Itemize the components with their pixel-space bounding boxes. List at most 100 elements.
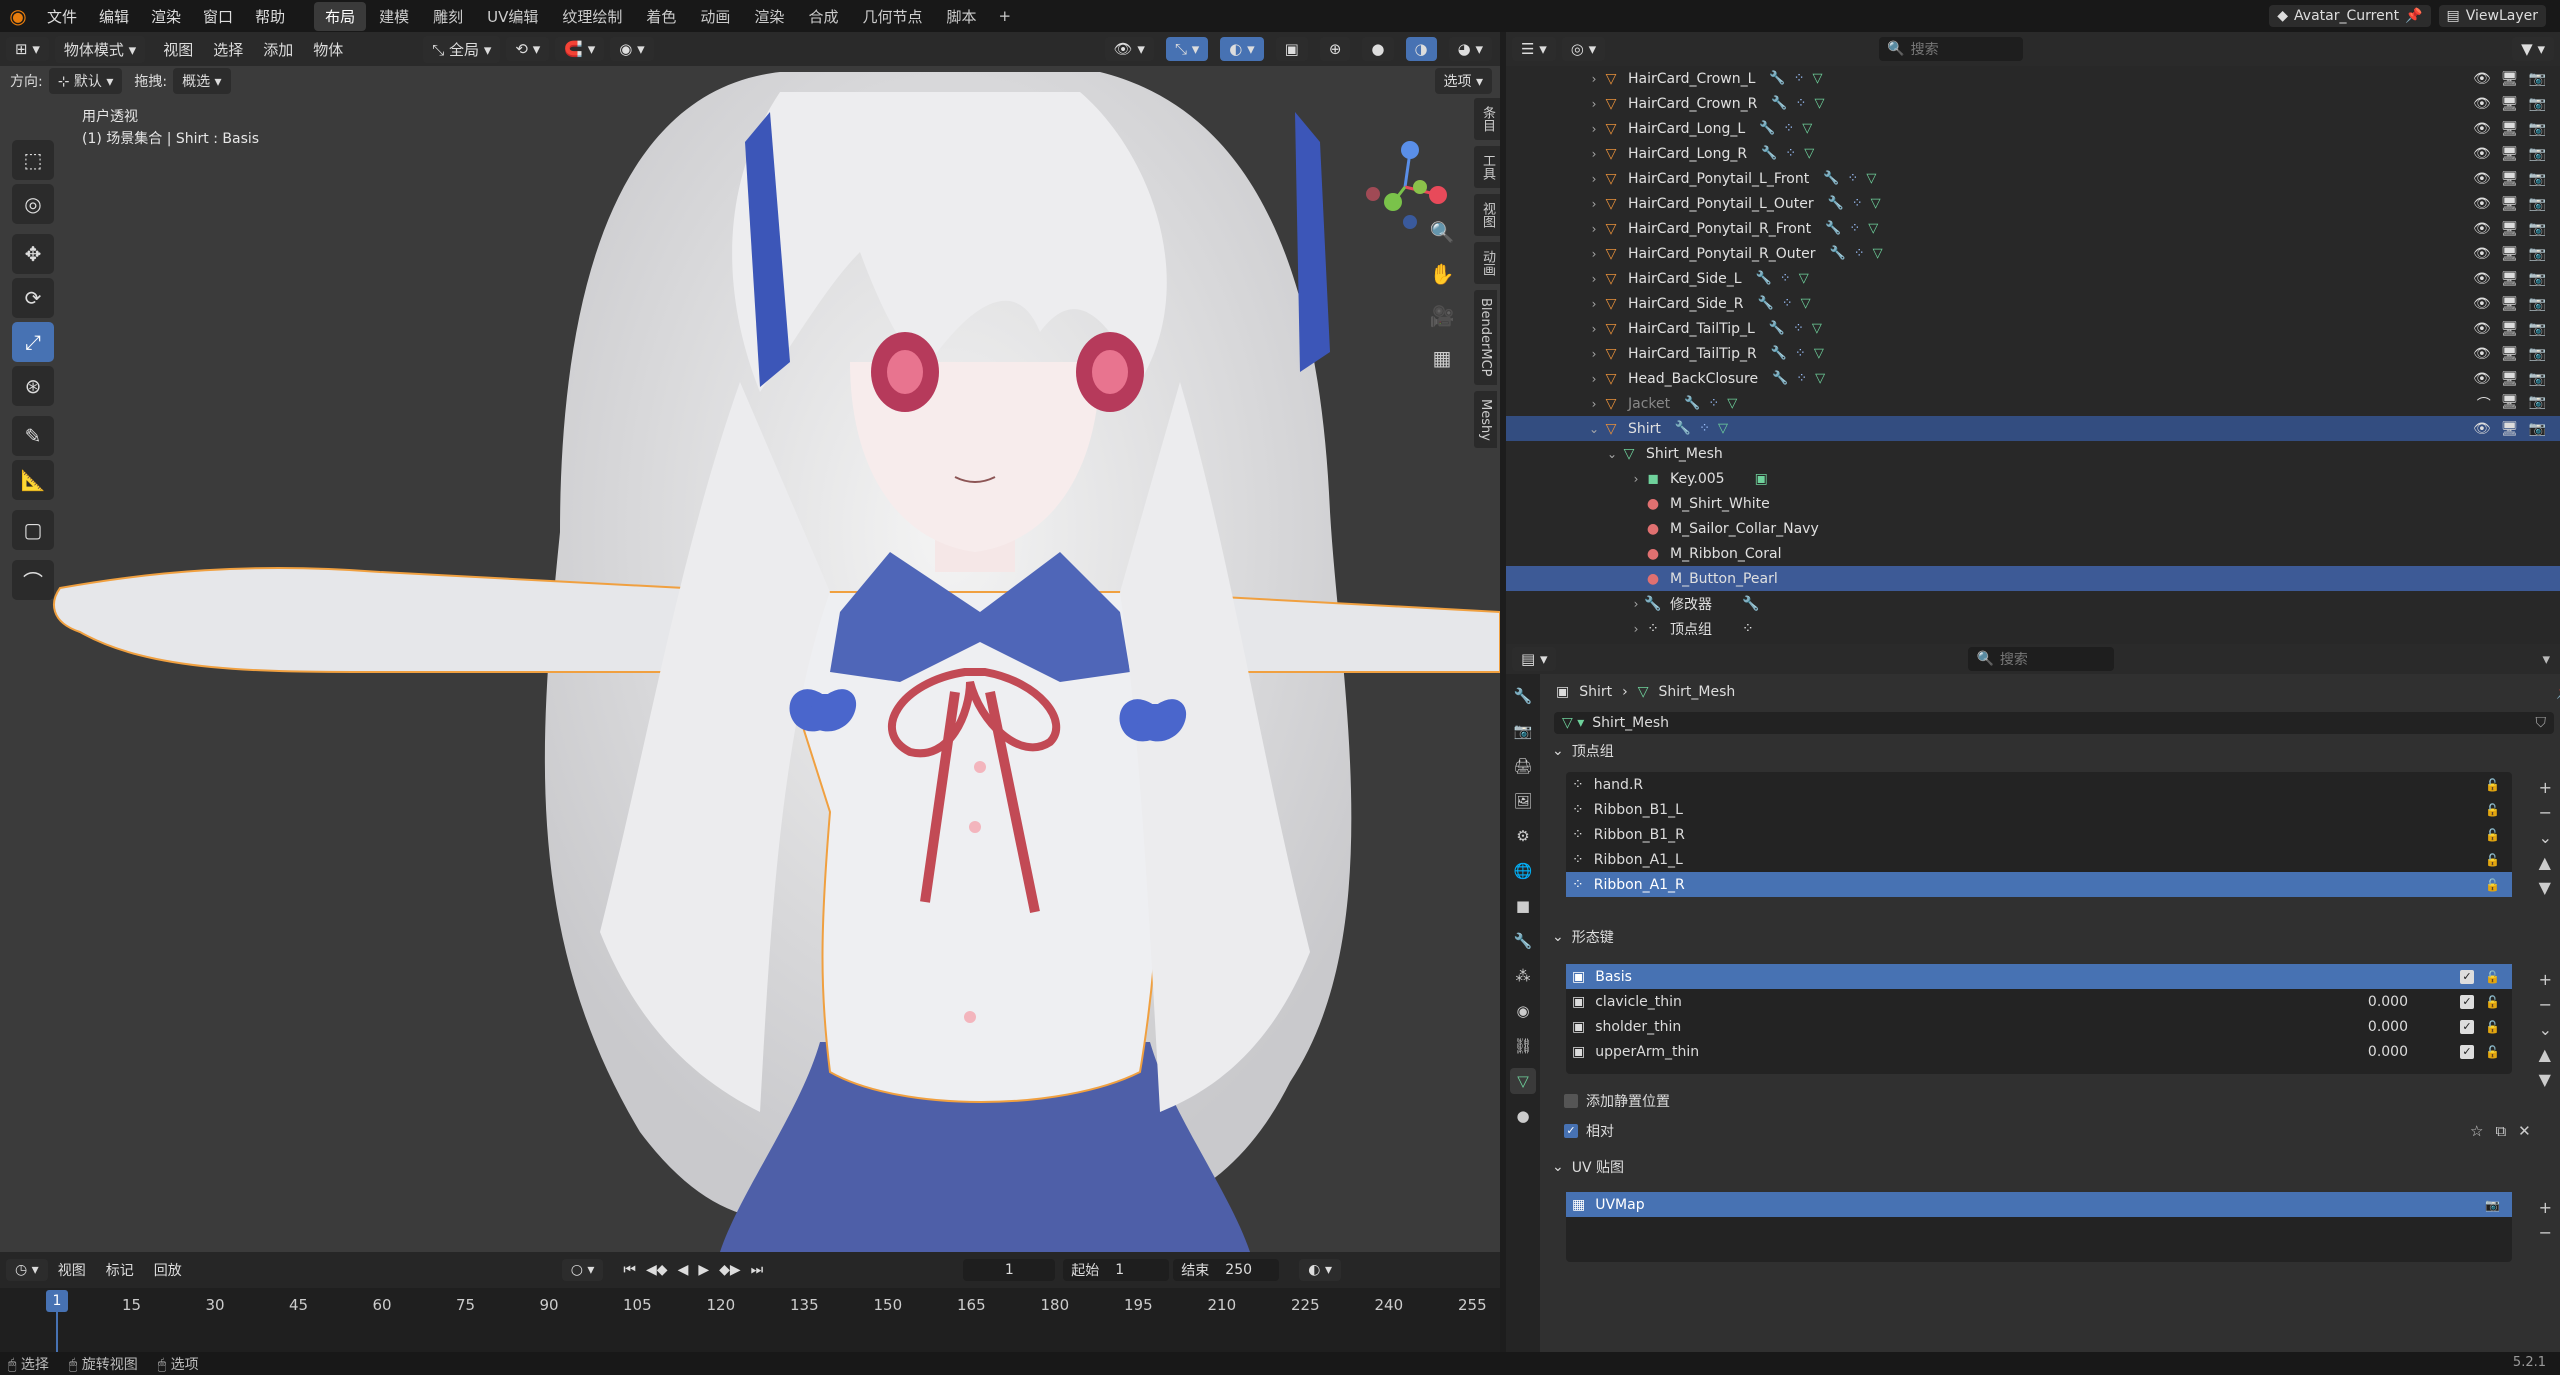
scale-tool-icon[interactable]: ⤢ bbox=[12, 322, 54, 362]
new-from-mix-icon[interactable]: ⧉ bbox=[2495, 1122, 2506, 1140]
pan-hand-icon[interactable]: ✋ bbox=[1424, 256, 1460, 292]
world-tab-icon[interactable]: 🌐 bbox=[1510, 858, 1536, 884]
shape-key-row[interactable]: ▣ clavicle_thin 0.000 ✓ 🔓 bbox=[1566, 989, 2512, 1014]
vertex-groups-panel-header[interactable]: ⌄ 顶点组 bbox=[1552, 738, 1614, 764]
transform-orientation-selector[interactable]: ⤡ 全局 ▾ bbox=[423, 35, 501, 63]
menu-item[interactable]: 窗口 bbox=[192, 6, 244, 27]
active-render-camera-icon[interactable]: 📷 bbox=[2485, 1198, 2500, 1212]
mesh-data-icon[interactable]: ▽ bbox=[1802, 121, 1812, 136]
camera-icon[interactable]: 📷 bbox=[2529, 196, 2546, 212]
outliner-row[interactable]: › ▽ HairCard_Side_R 🔧 ⁘ ▽ 👁 🖥 📷 bbox=[1506, 291, 2560, 316]
eye-icon[interactable]: 👁 bbox=[2473, 246, 2491, 262]
eye-icon[interactable]: 👁 bbox=[2473, 321, 2491, 337]
monitor-icon[interactable]: 🖥 bbox=[2501, 221, 2519, 237]
shading-material-icon[interactable]: ◑ bbox=[1405, 37, 1437, 61]
eye-icon[interactable]: 👁 bbox=[2473, 371, 2491, 387]
viewport-menu-item[interactable]: 选择 bbox=[203, 39, 253, 60]
add-vertex-group-icon[interactable]: + bbox=[2539, 778, 2552, 797]
options-dropdown[interactable]: 选项 ▾ bbox=[1434, 68, 1492, 94]
mesh-data-icon[interactable]: ▽ bbox=[1871, 196, 1881, 211]
pivot-selector[interactable]: ⟲ ▾ bbox=[506, 37, 550, 61]
modifier-tab-icon[interactable]: 🔧 bbox=[1510, 928, 1536, 954]
mute-checkbox[interactable]: ✓ bbox=[2460, 1019, 2474, 1034]
vertex-group-row[interactable]: ⁘ hand.R 🔓 bbox=[1566, 772, 2512, 797]
play-icon[interactable]: ▶ bbox=[698, 1262, 709, 1278]
expand-chevron-icon[interactable]: › bbox=[1586, 272, 1602, 286]
eye-icon[interactable]: 👁 bbox=[2473, 171, 2491, 187]
output-tab-icon[interactable]: 🖨 bbox=[1510, 753, 1536, 779]
lock-icon[interactable]: 🔓 bbox=[2485, 995, 2500, 1009]
monitor-icon[interactable]: 🖥 bbox=[2501, 346, 2519, 362]
tab-workspace[interactable]: 动画 bbox=[689, 2, 741, 31]
star-icon[interactable]: ☆ bbox=[2470, 1122, 2483, 1140]
expand-chevron-icon[interactable]: › bbox=[1586, 372, 1602, 386]
jump-start-icon[interactable]: ⏮ bbox=[623, 1262, 636, 1278]
view-layer-selector[interactable]: ▤ ViewLayer bbox=[2438, 5, 2546, 27]
eye-icon[interactable]: 👁 bbox=[2473, 421, 2491, 437]
display-mode-selector[interactable]: ◎ ▾ bbox=[1561, 37, 1606, 61]
shading-wireframe-icon[interactable]: ⊕ bbox=[1319, 37, 1351, 61]
sidebar-tab[interactable]: 条目 bbox=[1474, 98, 1500, 140]
next-keyframe-icon[interactable]: ◆▶ bbox=[719, 1262, 741, 1278]
zoom-icon[interactable]: 🔍 bbox=[1424, 214, 1460, 250]
modifier-wrench-icon[interactable]: 🔧 bbox=[1771, 346, 1787, 361]
remove-uv-map-icon[interactable]: − bbox=[2539, 1223, 2552, 1242]
physics-tab-icon[interactable]: ◉ bbox=[1510, 998, 1536, 1024]
mute-checkbox[interactable]: ✓ bbox=[2460, 1044, 2474, 1059]
eye-icon[interactable]: 👁 bbox=[2473, 96, 2491, 112]
expand-chevron-icon[interactable]: › bbox=[1628, 622, 1644, 636]
lock-icon[interactable]: 🔓 bbox=[2485, 1020, 2500, 1034]
shape-key-value[interactable]: 0.000 bbox=[2368, 1019, 2408, 1035]
lock-icon[interactable]: 🔓 bbox=[2485, 970, 2500, 984]
viewport-menu-item[interactable]: 添加 bbox=[253, 39, 303, 60]
outliner-row[interactable]: ● M_Sailor_Collar_Navy bbox=[1506, 516, 2560, 541]
mute-checkbox[interactable]: ✓ bbox=[2460, 969, 2474, 984]
add-rest-position-row[interactable]: 添加静置位置 bbox=[1564, 1088, 1670, 1114]
tab-workspace[interactable]: 合成 bbox=[797, 2, 849, 31]
timeline-editor-type-button[interactable]: ◷ ▾ bbox=[6, 1259, 48, 1281]
shading-rendered-icon[interactable]: ◕ ▾ bbox=[1448, 37, 1492, 61]
monitor-icon[interactable]: 🖥 bbox=[2501, 121, 2519, 137]
expand-chevron-icon[interactable]: › bbox=[1586, 172, 1602, 186]
outliner-row[interactable]: › ▽ HairCard_Side_L 🔧 ⁘ ▽ 👁 🖥 📷 bbox=[1506, 266, 2560, 291]
properties-options-icon[interactable]: ▾ bbox=[2542, 650, 2550, 668]
eye-icon[interactable]: 👁 bbox=[2473, 146, 2491, 162]
current-frame-field[interactable]: 1 bbox=[963, 1259, 1056, 1281]
mesh-data-icon[interactable]: ▽ bbox=[1718, 421, 1728, 436]
modifier-wrench-icon[interactable]: 🔧 bbox=[1756, 271, 1772, 286]
monitor-icon[interactable]: 🖥 bbox=[2501, 371, 2519, 387]
camera-icon[interactable]: 📷 bbox=[2529, 146, 2546, 162]
outliner-row[interactable]: › 🔧 修改器 🔧 bbox=[1506, 591, 2560, 616]
monitor-icon[interactable]: 🖥 bbox=[2501, 146, 2519, 162]
relative-checkbox[interactable]: ✓ bbox=[1564, 1124, 1578, 1138]
monitor-icon[interactable]: 🖥 bbox=[2501, 321, 2519, 337]
camera-icon[interactable]: 📷 bbox=[2529, 346, 2546, 362]
modifier-wrench-icon[interactable]: 🔧 bbox=[1675, 421, 1691, 436]
constraints-tab-icon[interactable]: ⛓ bbox=[1510, 1033, 1536, 1059]
eye-icon[interactable]: 👁 bbox=[2473, 196, 2491, 212]
modifier-wrench-icon[interactable]: 🔧 bbox=[1823, 171, 1839, 186]
menu-item[interactable]: 编辑 bbox=[88, 6, 140, 27]
vertex-groups-icon[interactable]: ⁘ bbox=[1783, 121, 1794, 136]
shape-key-specials-icon[interactable]: ⌄ bbox=[2539, 1020, 2552, 1039]
expand-chevron-icon[interactable]: › bbox=[1586, 97, 1602, 111]
modifier-wrench-icon[interactable]: 🔧 bbox=[1759, 121, 1775, 136]
vertex-group-row[interactable]: ⁘ Ribbon_B1_R 🔓 bbox=[1566, 822, 2512, 847]
camera-icon[interactable]: 📷 bbox=[2529, 271, 2546, 287]
view-layer-tab-icon[interactable]: 🖼 bbox=[1510, 788, 1536, 814]
proportional-edit-toggle[interactable]: ◉ ▾ bbox=[610, 37, 654, 61]
vertex-groups-icon[interactable]: ⁘ bbox=[1708, 396, 1719, 411]
expand-chevron-icon[interactable]: › bbox=[1586, 297, 1602, 311]
drag-selector[interactable]: 概选 ▾ bbox=[173, 68, 231, 94]
add-cube-tool-icon[interactable]: ▢ bbox=[12, 510, 54, 550]
eye-icon[interactable]: 👁 bbox=[2473, 296, 2491, 312]
tab-workspace[interactable]: 纹理绘制 bbox=[551, 2, 633, 31]
timeline-menu-item[interactable]: 标记 bbox=[96, 1260, 144, 1280]
camera-icon[interactable]: 📷 bbox=[2529, 321, 2546, 337]
expand-chevron-icon[interactable]: › bbox=[1586, 322, 1602, 336]
lock-icon[interactable]: 🔓 bbox=[2485, 878, 2500, 892]
lock-icon[interactable]: 🔓 bbox=[2485, 803, 2500, 817]
gizmo-toggle-icon[interactable]: ⤡ ▾ bbox=[1165, 37, 1209, 61]
outliner-row[interactable]: › ▽ HairCard_TailTip_L 🔧 ⁘ ▽ 👁 🖥 📷 bbox=[1506, 316, 2560, 341]
vertex-groups-icon[interactable]: ⁘ bbox=[1854, 246, 1865, 261]
